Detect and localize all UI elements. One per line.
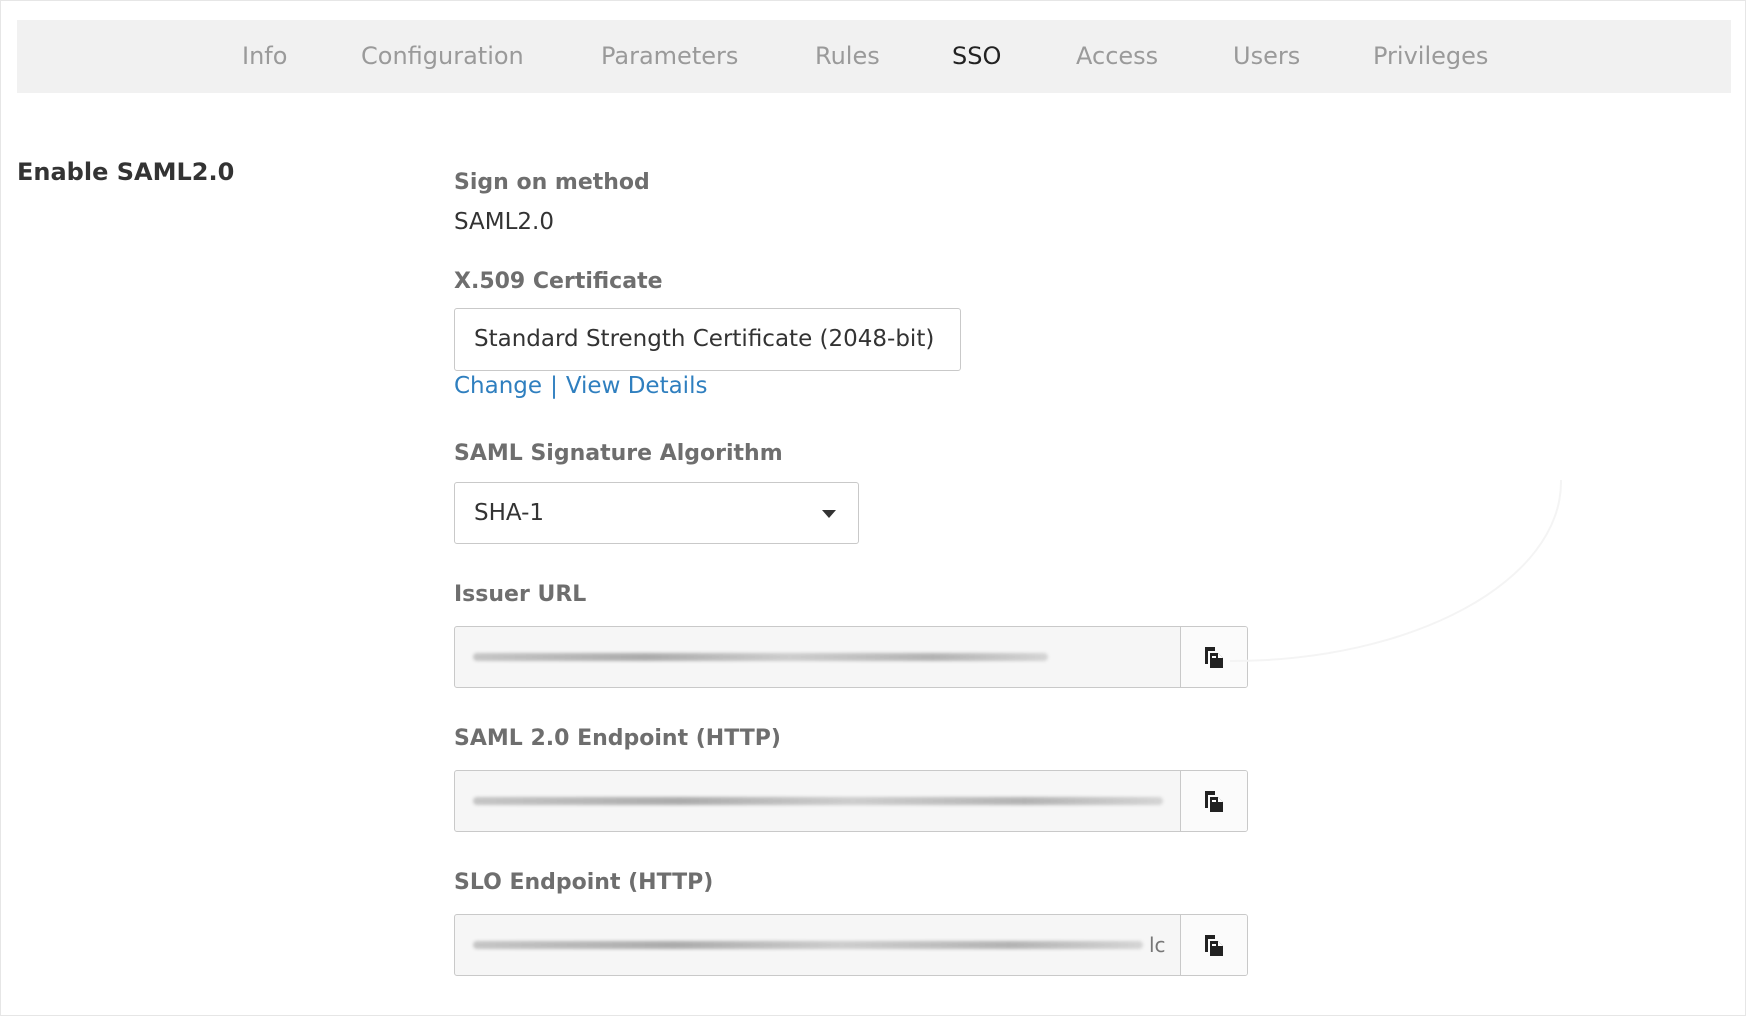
certificate-label: X.509 Certificate (454, 269, 663, 294)
tab-sso[interactable]: SSO (952, 20, 1001, 93)
caret-down-icon (822, 510, 836, 518)
tab-users[interactable]: Users (1233, 20, 1300, 93)
tab-privileges[interactable]: Privileges (1373, 20, 1488, 93)
saml-endpoint-field[interactable] (454, 770, 1248, 832)
slo-endpoint-visible-tail: lc (1149, 933, 1166, 957)
sign-on-method-value: SAML2.0 (454, 209, 554, 235)
copy-icon (1205, 935, 1223, 956)
signature-algorithm-label: SAML Signature Algorithm (454, 441, 783, 466)
tab-rules[interactable]: Rules (815, 20, 880, 93)
tab-parameters[interactable]: Parameters (601, 20, 738, 93)
tab-info[interactable]: Info (242, 20, 287, 93)
tab-configuration[interactable]: Configuration (361, 20, 524, 93)
redacted-text (473, 653, 1048, 661)
change-certificate-link[interactable]: Change (454, 373, 542, 399)
link-separator: | (550, 373, 558, 399)
issuer-url-label: Issuer URL (454, 582, 587, 607)
issuer-url-field[interactable] (454, 626, 1248, 688)
signature-algorithm-value: SHA-1 (474, 500, 545, 526)
copy-issuer-url-button[interactable] (1180, 627, 1247, 687)
certificate-field: Standard Strength Certificate (2048-bit) (454, 308, 961, 371)
tab-bar: Info Configuration Parameters Rules SSO … (17, 20, 1731, 93)
view-details-link[interactable]: View Details (566, 373, 708, 399)
section-title: Enable SAML2.0 (17, 158, 235, 186)
tab-access[interactable]: Access (1076, 20, 1158, 93)
copy-slo-endpoint-button[interactable] (1180, 915, 1247, 975)
certificate-links: Change | View Details (454, 373, 707, 399)
saml-endpoint-label: SAML 2.0 Endpoint (HTTP) (454, 726, 781, 751)
copy-saml-endpoint-button[interactable] (1180, 771, 1247, 831)
signature-algorithm-select[interactable]: SHA-1 (454, 482, 859, 544)
slo-endpoint-field[interactable]: lc (454, 914, 1248, 976)
app-frame (0, 0, 1746, 1016)
slo-endpoint-label: SLO Endpoint (HTTP) (454, 870, 714, 895)
copy-icon (1205, 647, 1223, 668)
copy-icon (1205, 791, 1223, 812)
redacted-text (473, 797, 1163, 805)
redacted-text (473, 941, 1143, 949)
sign-on-method-label: Sign on method (454, 170, 650, 195)
